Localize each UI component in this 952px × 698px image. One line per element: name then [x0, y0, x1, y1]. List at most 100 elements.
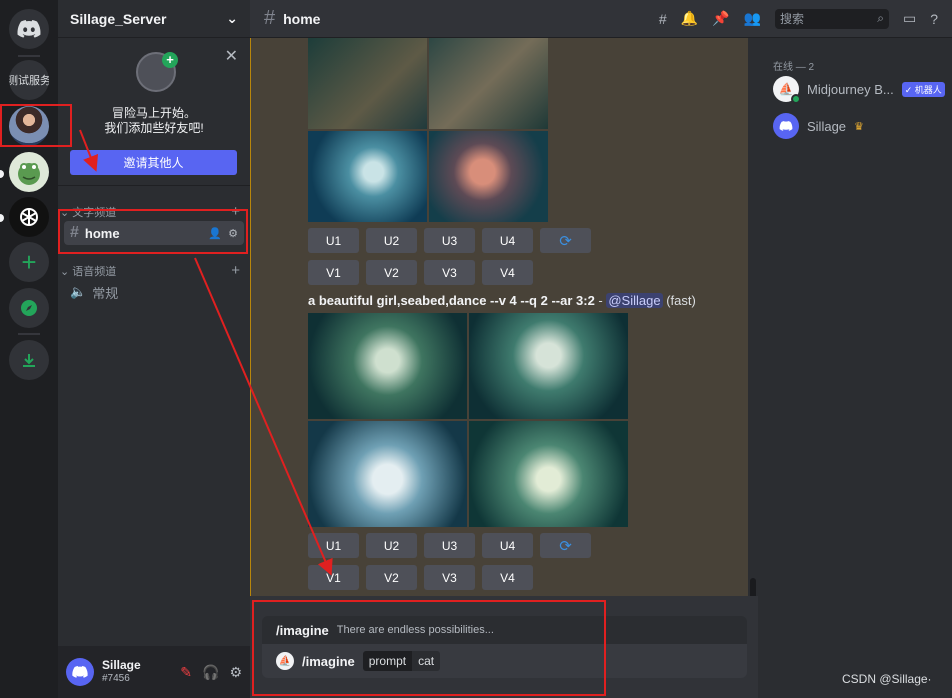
u4-button[interactable]: U4 [482, 228, 533, 253]
u3-button[interactable]: U3 [424, 228, 475, 253]
upscale-row-2: U1 U2 U3 U4 ⟳ [308, 533, 591, 558]
mute-microphone-icon[interactable]: ✎ [180, 664, 192, 681]
invite-line-1: 冒险马上开始。 [111, 106, 196, 120]
category-voice-channels[interactable]: ⌄ 语音频道 + [60, 262, 240, 279]
channel-voice-general[interactable]: 🔈 常规 [64, 280, 244, 304]
u1-button[interactable]: U1 [308, 228, 359, 253]
v2-button[interactable]: V2 [366, 565, 417, 590]
member-list: 在线 — 2 ⛵ Midjourney B... ✓ 机器人 Sillage ♛ [758, 38, 952, 698]
avatar [773, 113, 799, 139]
prompt-message: a beautiful girl,seabed,dance --v 4 --q … [308, 293, 696, 308]
discord-home-icon[interactable] [9, 9, 49, 49]
online-header: 在线 — 2 [773, 62, 815, 73]
refresh-icon[interactable]: ⟳ [540, 533, 591, 558]
guild-name: Sillage_Server [70, 10, 167, 27]
member-name: Midjourney B... [807, 81, 894, 97]
category-label: 语音频道 [72, 265, 117, 278]
rail-divider [18, 55, 40, 57]
image-grid-1[interactable] [308, 38, 548, 222]
chat-header: # home # 🔔 📌 👥 搜索 ⌕ ▭ ? [250, 0, 952, 38]
u2-button[interactable]: U2 [366, 228, 417, 253]
channel-sidebar: Sillage_Server ⌄ ✕ + 冒险马上开始。 我们添加些好友吧! 邀… [58, 0, 250, 698]
v3-button[interactable]: V3 [424, 565, 475, 590]
server-frog[interactable] [9, 152, 49, 192]
u2-button[interactable]: U2 [366, 533, 417, 558]
bot-badge: ✓ 机器人 [901, 81, 945, 97]
add-server-icon[interactable]: + [9, 242, 49, 282]
grid-image[interactable] [429, 38, 548, 129]
image-grid-2[interactable] [308, 313, 628, 527]
grid-image[interactable] [308, 131, 427, 222]
owner-crown-icon: ♛ [854, 120, 864, 133]
v3-button[interactable]: V3 [424, 260, 475, 285]
avatar: ⛵ [773, 76, 801, 104]
search-placeholder: 搜索 [779, 12, 804, 26]
user-mention[interactable]: @Sillage [606, 293, 663, 308]
message-list[interactable]: U1 U2 U3 U4 ⟳ V1 V2 V3 V4 a beautiful gi… [250, 38, 748, 596]
server-openai[interactable] [9, 197, 49, 237]
chevron-down-icon: ⌄ [60, 265, 73, 278]
invite-line-2: 我们添加些好友吧! [104, 121, 204, 135]
grid-image[interactable] [308, 421, 467, 527]
user-tag: #7456 [102, 673, 130, 684]
gear-icon[interactable]: ⚙ [229, 664, 242, 681]
headphones-icon[interactable]: 🎧 [202, 664, 219, 681]
v2-button[interactable]: V2 [366, 260, 417, 285]
chevron-down-icon: ⌄ [226, 10, 238, 26]
member-list-icon[interactable]: 👥 [744, 10, 761, 27]
annotation-box-channel [58, 209, 248, 254]
variation-row-2: V1 V2 V3 V4 [308, 565, 533, 590]
inbox-icon[interactable]: ▭ [903, 10, 916, 27]
prompt-separator: - [594, 293, 607, 308]
speaker-icon: 🔈 [70, 284, 87, 299]
prompt-text: a beautiful girl,seabed,dance --v 4 --q … [308, 293, 595, 308]
grid-image[interactable] [308, 313, 467, 419]
member-sillage[interactable]: Sillage ♛ [773, 110, 949, 142]
user-panel: Sillage #7456 ✎ 🎧 ⚙ [58, 646, 250, 698]
bell-icon[interactable]: 🔔 [681, 10, 698, 27]
upscale-row-1: U1 U2 U3 U4 ⟳ [308, 228, 591, 253]
pin-icon[interactable]: 📌 [712, 10, 729, 27]
grid-image[interactable] [469, 421, 628, 527]
channel-label: 常规 [92, 285, 119, 301]
variation-row-1: V1 V2 V3 V4 [308, 260, 533, 285]
guild-header[interactable]: Sillage_Server ⌄ [58, 0, 250, 38]
page-title: home [283, 10, 321, 27]
unread-pill [0, 214, 4, 222]
u1-button[interactable]: U1 [308, 533, 359, 558]
invite-button[interactable]: 邀请其他人 [70, 150, 237, 175]
v1-button[interactable]: V1 [308, 260, 359, 285]
member-midjourney[interactable]: ⛵ Midjourney B... ✓ 机器人 [773, 73, 949, 105]
online-status-icon [791, 94, 801, 104]
watermark: CSDN @Sillage· [842, 672, 932, 686]
grid-image[interactable] [429, 131, 548, 222]
search-icon: ⌕ [877, 11, 884, 25]
server-test-label: 测试服务 [9, 75, 49, 87]
create-channel-icon[interactable]: + [231, 262, 240, 279]
v1-button[interactable]: V1 [308, 565, 359, 590]
annotation-box-server [0, 104, 72, 147]
explore-servers-icon[interactable] [9, 288, 49, 328]
rail-divider [18, 333, 40, 335]
server-test[interactable]: 测试服务 [9, 60, 49, 100]
annotation-box-composer [252, 600, 606, 696]
refresh-icon[interactable]: ⟳ [540, 228, 591, 253]
v4-button[interactable]: V4 [482, 565, 533, 590]
help-icon[interactable]: ? [930, 11, 938, 27]
member-name: Sillage [807, 118, 847, 134]
close-icon[interactable]: ✕ [225, 46, 238, 66]
u3-button[interactable]: U3 [424, 533, 475, 558]
add-friend-icon: + [162, 52, 178, 68]
avatar[interactable] [66, 658, 94, 686]
grid-image[interactable] [469, 313, 628, 419]
unread-pill [0, 170, 4, 178]
u4-button[interactable]: U4 [482, 533, 533, 558]
invite-message: 冒险马上开始。 我们添加些好友吧! [58, 106, 250, 136]
download-apps-icon[interactable] [9, 340, 49, 380]
search-input[interactable]: 搜索 ⌕ [774, 8, 889, 29]
generation-mode: (fast) [662, 293, 696, 308]
threads-icon[interactable]: # [659, 11, 667, 27]
v4-button[interactable]: V4 [482, 260, 533, 285]
scrollbar[interactable] [748, 38, 758, 648]
grid-image[interactable] [308, 38, 427, 129]
